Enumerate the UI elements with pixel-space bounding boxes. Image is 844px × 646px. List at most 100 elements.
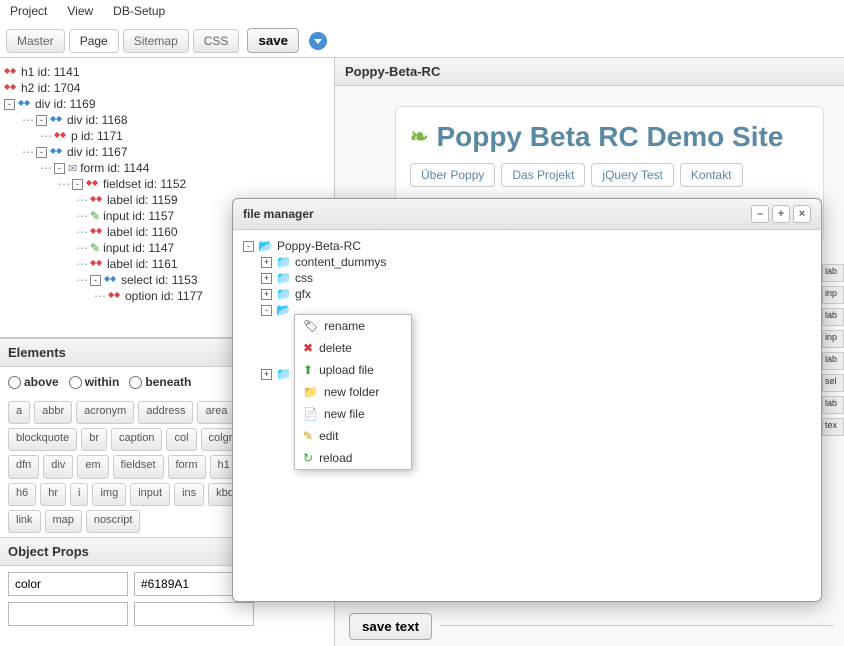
tab-master[interactable]: Master	[6, 29, 65, 53]
tag-abbr[interactable]: abbr	[34, 401, 72, 424]
toggle-icon[interactable]: +	[261, 257, 272, 268]
tree-label: select id: 1153	[121, 273, 198, 287]
file-node[interactable]: + gfx	[243, 286, 811, 302]
delete-icon	[303, 341, 313, 355]
nav-row: Über PoppyDas ProjektjQuery Test Kontakt	[410, 163, 809, 187]
nav-link[interactable]: Kontakt	[680, 163, 743, 187]
tree-label: option id: 1177	[125, 289, 203, 303]
nav-link[interactable]: Das Projekt	[501, 163, 585, 187]
tag-img[interactable]: img	[92, 483, 126, 506]
file-node[interactable]: -Poppy-Beta-RC	[243, 238, 811, 254]
folder-icon	[276, 271, 291, 285]
tree-label: input id: 1147	[103, 241, 174, 255]
tag-acronym[interactable]: acronym	[76, 401, 134, 424]
tag-form[interactable]: form	[168, 455, 206, 478]
toggle-icon[interactable]: -	[36, 115, 47, 126]
tree-label: div id: 1168	[67, 113, 128, 127]
tag-em[interactable]: em	[77, 455, 108, 478]
ctx-newfile[interactable]: new file	[295, 403, 411, 425]
prop-key-input-2[interactable]	[8, 602, 128, 626]
tag-dfn[interactable]: dfn	[8, 455, 39, 478]
tag-i[interactable]: i	[70, 483, 88, 506]
toolbar: Master Page Sitemap CSS save	[0, 24, 844, 58]
form-stub: lab	[822, 308, 844, 326]
dialog-maximize-icon[interactable]: +	[772, 205, 790, 223]
file-node[interactable]: +css	[243, 270, 811, 286]
rename-icon	[303, 319, 318, 333]
site-title-text: Poppy Beta RC Demo Site	[436, 121, 783, 153]
ctx-rename[interactable]: rename	[295, 315, 411, 337]
file-node[interactable]: + content_dummys	[243, 254, 811, 270]
tag-input[interactable]: input	[130, 483, 170, 506]
tag-link[interactable]: link	[8, 510, 41, 533]
ctx-edit[interactable]: edit	[295, 425, 411, 447]
tree-label: fieldset id: 1152	[103, 177, 186, 191]
tag-fieldset[interactable]: fieldset	[113, 455, 164, 478]
dialog-titlebar[interactable]: file manager – + ×	[233, 199, 821, 230]
tag-h6[interactable]: h6	[8, 483, 36, 506]
tag-caption[interactable]: caption	[111, 428, 162, 451]
prop-value-input-2[interactable]	[134, 602, 254, 626]
file-label: gfx	[295, 287, 311, 301]
save-text-button[interactable]: save text	[349, 613, 432, 640]
tag-red-icon	[86, 178, 100, 190]
tree-label: div id: 1167	[67, 145, 128, 159]
tag-area[interactable]: area	[197, 401, 235, 424]
radio-beneath[interactable]: beneath	[129, 375, 191, 389]
tag-div[interactable]: div	[43, 455, 73, 478]
tag-noscript[interactable]: noscript	[86, 510, 141, 533]
ctx-reload[interactable]: reload	[295, 447, 411, 469]
tag-blockquote[interactable]: blockquote	[8, 428, 77, 451]
toggle-icon[interactable]: -	[4, 99, 15, 110]
nav-link[interactable]: Über Poppy	[410, 163, 495, 187]
tag-ins[interactable]: ins	[174, 483, 204, 506]
radio-within[interactable]: within	[69, 375, 120, 389]
toggle-icon[interactable]: +	[261, 369, 272, 380]
tag-red-icon	[54, 130, 68, 142]
tag-a[interactable]: a	[8, 401, 30, 424]
tree-node[interactable]: ⋯-div id: 1168	[4, 112, 330, 128]
tag-hr[interactable]: hr	[40, 483, 66, 506]
toggle-icon[interactable]: +	[261, 289, 272, 300]
ctx-newfolder[interactable]: new folder	[295, 381, 411, 403]
toggle-icon[interactable]: -	[54, 163, 65, 174]
toggle-icon[interactable]: -	[243, 241, 254, 252]
menu-dbsetup[interactable]: DB-Setup	[113, 4, 165, 19]
toggle-icon[interactable]: -	[36, 147, 47, 158]
dropdown-circle-icon[interactable]	[309, 32, 327, 50]
tag-br[interactable]: br	[81, 428, 107, 451]
folder-icon	[276, 367, 291, 381]
site-title: ❧ Poppy Beta RC Demo Site	[410, 121, 809, 153]
tree-node[interactable]: -div id: 1169	[4, 96, 330, 112]
toggle-icon[interactable]: +	[261, 273, 272, 284]
ctx-delete[interactable]: delete	[295, 337, 411, 359]
tree-node[interactable]: ⋯-fieldset id: 1152	[4, 176, 330, 192]
tag-address[interactable]: address	[138, 401, 193, 424]
toggle-icon[interactable]: -	[261, 305, 272, 316]
file-label: content_dummys	[295, 255, 386, 269]
dialog-close-icon[interactable]: ×	[793, 205, 811, 223]
dialog-minimize-icon[interactable]: –	[751, 205, 769, 223]
tag-red-icon	[90, 258, 104, 270]
toggle-icon[interactable]: -	[90, 275, 101, 286]
tree-node[interactable]: ⋯-form id: 1144	[4, 160, 330, 176]
tree-node[interactable]: h2 id: 1704	[4, 80, 330, 96]
toggle-icon[interactable]: -	[72, 179, 83, 190]
divider	[440, 625, 834, 640]
tag-map[interactable]: map	[45, 510, 82, 533]
save-text-row: save text	[349, 613, 834, 640]
ctx-upload[interactable]: upload file	[295, 359, 411, 381]
nav-link[interactable]: jQuery Test	[591, 163, 673, 187]
menu-view[interactable]: View	[67, 4, 93, 19]
tree-node[interactable]: ⋯p id: 1171	[4, 128, 330, 144]
tab-page[interactable]: Page	[69, 29, 119, 53]
tag-col[interactable]: col	[166, 428, 196, 451]
tree-node[interactable]: h1 id: 1141	[4, 64, 330, 80]
tab-sitemap[interactable]: Sitemap	[123, 29, 189, 53]
radio-above[interactable]: above	[8, 375, 59, 389]
tab-css[interactable]: CSS	[193, 29, 240, 53]
save-button[interactable]: save	[247, 28, 299, 53]
tree-node[interactable]: ⋯-div id: 1167	[4, 144, 330, 160]
menu-project[interactable]: Project	[10, 4, 47, 19]
prop-key-input[interactable]	[8, 572, 128, 596]
